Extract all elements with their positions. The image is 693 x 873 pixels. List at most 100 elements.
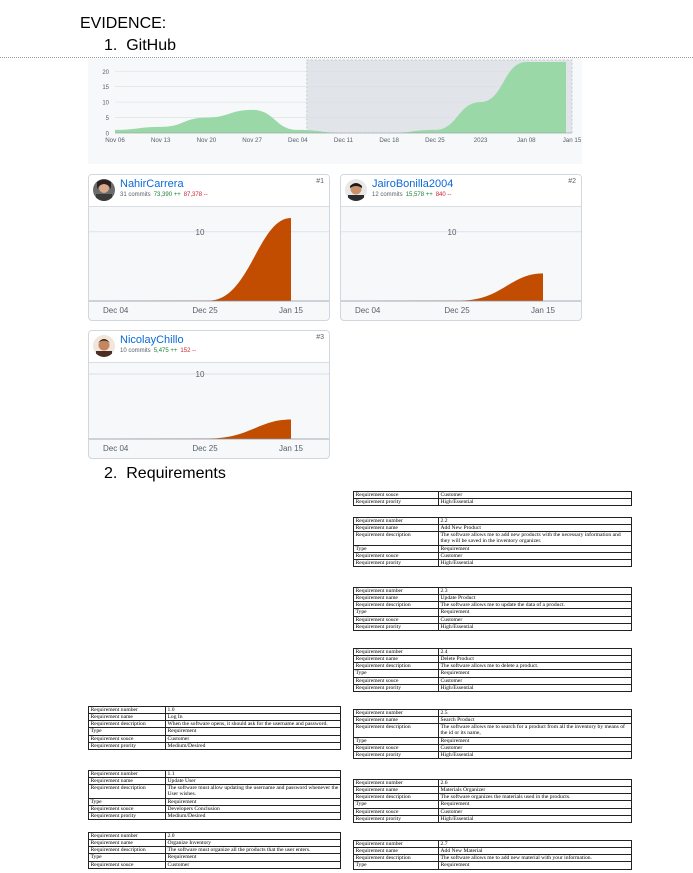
field-label: Requirement description — [353, 793, 439, 802]
field-label: Requirement description — [353, 723, 439, 738]
field-label: Requirement description — [88, 846, 166, 855]
x-tick-label: Jan 15 — [279, 444, 304, 453]
x-tick-label: Dec 25 — [425, 137, 445, 144]
field-label: Requirement name — [88, 713, 166, 722]
field-value: The software must allow updating the use… — [165, 784, 341, 799]
field-label: Type — [88, 853, 166, 862]
field-value: The software allows me to update the dat… — [438, 601, 632, 610]
x-tick-label: Nov 13 — [151, 137, 171, 144]
commit-count: 12 commits — [372, 192, 403, 198]
field-label: Type — [353, 669, 439, 678]
field-value: The software organizes the materials use… — [438, 793, 632, 802]
section-github-heading: 1. GitHub — [104, 37, 176, 55]
y-tick-label: 5 — [106, 116, 110, 122]
additions-count: 15,578 ++ — [405, 192, 433, 198]
table-row: Type Requirement — [353, 861, 632, 870]
y-tick-label: 15 — [102, 85, 109, 91]
x-tick-label: Dec 25 — [192, 306, 218, 315]
field-label: Requirement souce — [353, 676, 439, 685]
field-label: Type — [353, 608, 439, 617]
field-label: Type — [353, 544, 439, 553]
field-value: Delete Product — [438, 655, 632, 664]
table-row: Requirement souce Customer — [88, 734, 341, 743]
x-tick-label: Dec 25 — [444, 306, 470, 315]
contributor-commits-area — [103, 419, 291, 439]
table-row: Requirement description The software allo… — [353, 662, 632, 671]
field-value: Update User — [165, 777, 341, 786]
field-label: Requirement name — [88, 839, 166, 848]
field-label: Type — [353, 861, 439, 870]
field-value: Requirement — [438, 544, 632, 553]
y-tick-label: 10 — [102, 101, 109, 107]
table-row: Type Requirement — [88, 797, 341, 806]
field-value: When the software opens, it should ask f… — [165, 720, 341, 729]
section-github-title: GitHub — [126, 37, 177, 54]
field-label: Type — [88, 727, 166, 736]
evidence-heading: EVIDENCE: — [80, 15, 167, 32]
field-value: Requirement — [165, 727, 341, 736]
requirement-table: Requirement number 2.3 Requirement name Upd… — [353, 586, 632, 631]
contributor-stats: 10 commits 5,475 ++ 152 -- — [120, 348, 196, 354]
table-row: Requirement description The software allo… — [353, 601, 632, 610]
table-row: Type Requirement — [353, 608, 632, 617]
field-value: 2.4 — [438, 647, 632, 657]
additions-count: 73,390 ++ — [153, 192, 181, 198]
field-label: Requirement prority — [353, 750, 439, 759]
field-value: Search Product — [438, 716, 632, 725]
table-row: Requirement description The software must… — [88, 846, 341, 855]
field-value: Update Product — [438, 594, 632, 603]
table-row: Type Requirement — [353, 800, 632, 809]
avatar[interactable] — [93, 179, 115, 201]
field-value: Developers Conclusion — [165, 804, 341, 813]
table-row: Requirement prority Medium/Desired — [88, 741, 341, 750]
contributor-username-link[interactable]: NicolayChillo — [120, 334, 184, 346]
field-label: Requirement number — [353, 516, 439, 526]
x-tick-label: Dec 11 — [334, 137, 354, 144]
x-tick-label: Nov 27 — [242, 137, 262, 144]
field-value: Customer — [438, 490, 632, 500]
requirement-table: Requirement number 2.5 Requirement name Sea… — [353, 708, 632, 759]
field-value: Organize Inventory — [165, 839, 341, 848]
requirement-table: Requirement number 1.0 Requirement name Log… — [88, 705, 341, 750]
x-tick-label: Dec 04 — [103, 444, 129, 453]
table-row: Type Requirement — [353, 669, 632, 678]
x-tick-label: 2023 — [474, 137, 488, 144]
section-requirements-number: 2. — [104, 465, 118, 482]
table-row: Requirement number 2.2 — [353, 516, 632, 526]
avatar[interactable] — [93, 335, 115, 357]
field-value: The software allows me to add new produc… — [438, 531, 632, 546]
table-row: Requirement prority High/Essential — [353, 558, 632, 567]
table-row: Requirement prority High/Essential — [353, 622, 632, 631]
contributor-username-link[interactable]: NahirCarrera — [120, 178, 184, 190]
section-github-number: 1. — [104, 37, 118, 54]
field-label: Requirement name — [88, 777, 166, 786]
table-row: Requirement description The software allo… — [353, 531, 632, 546]
field-value: The software allows me to add new materi… — [438, 854, 632, 863]
table-row: Requirement description The software must… — [88, 784, 341, 799]
table-row: Requirement number 2.0 — [88, 831, 341, 841]
avatar[interactable] — [345, 179, 367, 201]
table-row: Requirement description The software allo… — [353, 723, 632, 738]
field-value: Materials Organizer — [438, 786, 632, 795]
field-label: Requirement number — [353, 647, 439, 657]
field-value: Customer — [165, 860, 341, 869]
x-tick-label: Dec 25 — [192, 444, 218, 453]
x-tick-label: Dec 04 — [288, 137, 308, 144]
section-requirements-heading: 2. Requirements — [104, 465, 226, 483]
field-label: Requirement name — [353, 716, 439, 725]
table-row: Requirement number 2.4 — [353, 647, 632, 657]
field-value: Requirement — [438, 736, 632, 745]
contributor-rank: #3 — [316, 334, 324, 341]
field-label: Requirement prority — [353, 622, 439, 631]
table-row: Requirement prority High/Essential — [353, 498, 632, 507]
table-row: Requirement description The software orga… — [353, 793, 632, 802]
table-row: Requirement name Add New Material — [353, 847, 632, 856]
x-tick-label: Dec 04 — [103, 306, 129, 315]
field-label: Requirement souce — [353, 551, 439, 560]
table-row: Type Requirement — [88, 727, 341, 736]
field-label: Requirement prority — [353, 498, 439, 507]
table-row: Requirement souce Customer — [88, 860, 341, 869]
x-tick-label: Jan 08 — [517, 137, 536, 144]
contributor-username-link[interactable]: JairoBonilla2004 — [372, 178, 453, 190]
table-row: Requirement souce Customer — [353, 676, 632, 685]
